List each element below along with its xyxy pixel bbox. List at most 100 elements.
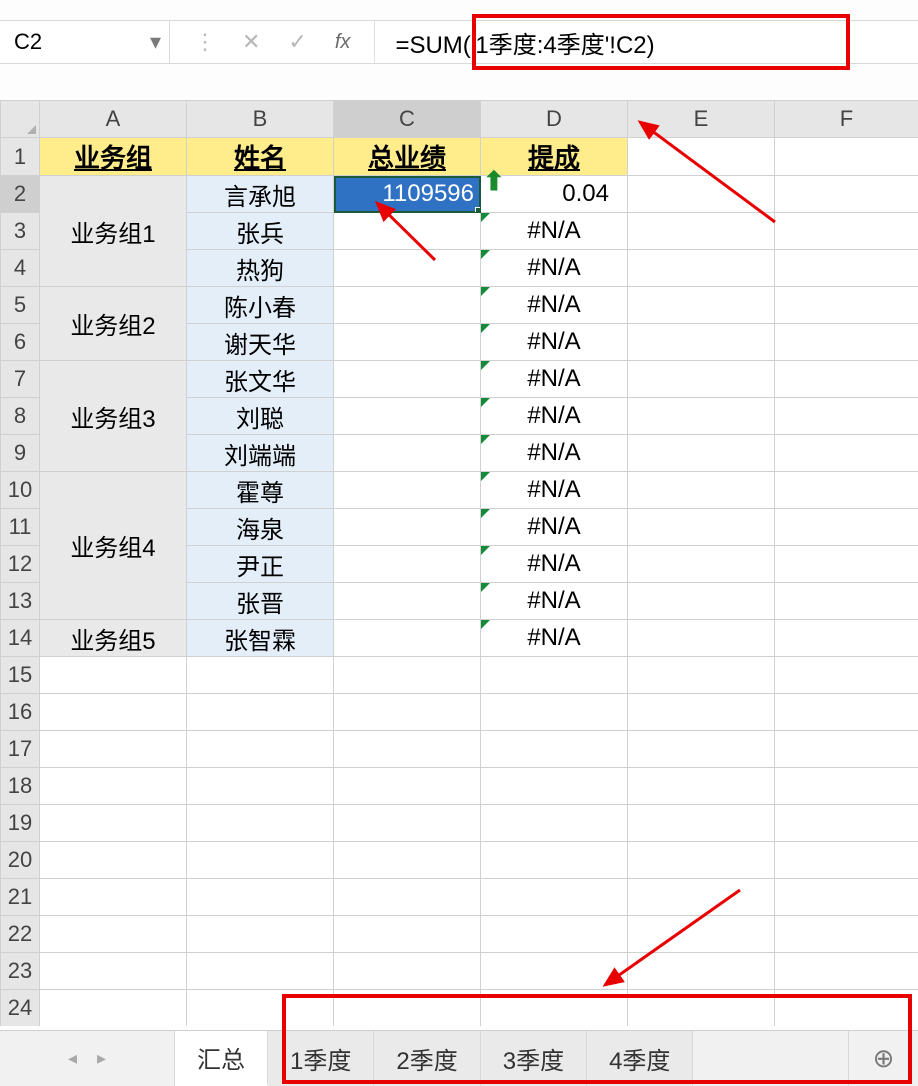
row-header-1[interactable]: 1: [1, 138, 40, 176]
cell-F13[interactable]: [775, 583, 918, 620]
cell-D15[interactable]: [481, 657, 628, 694]
cell-B18[interactable]: [187, 768, 334, 805]
row-header-12[interactable]: 12: [1, 546, 40, 583]
cell-C19[interactable]: [334, 805, 481, 842]
col-header-B[interactable]: B: [187, 101, 334, 138]
cell-B9[interactable]: 刘端端: [187, 435, 334, 472]
cell-C17[interactable]: [334, 731, 481, 768]
cell-C22[interactable]: [334, 916, 481, 953]
col-header-E[interactable]: E: [628, 101, 775, 138]
row-header-20[interactable]: 20: [1, 842, 40, 879]
cell-C2[interactable]: 1109596: [334, 176, 481, 213]
cell-D16[interactable]: [481, 694, 628, 731]
cell-F20[interactable]: [775, 842, 918, 879]
cell-B11[interactable]: 海泉: [187, 509, 334, 546]
cell-D6[interactable]: #N/A: [481, 324, 628, 361]
cell-C11[interactable]: [334, 509, 481, 546]
cell-D3[interactable]: #N/A: [481, 213, 628, 250]
cell-B10[interactable]: 霍尊: [187, 472, 334, 509]
cell-C7[interactable]: [334, 361, 481, 398]
cell-C20[interactable]: [334, 842, 481, 879]
cell-B13[interactable]: 张晋: [187, 583, 334, 620]
col-header-D[interactable]: D: [481, 101, 628, 138]
row-header-2[interactable]: 2: [1, 176, 40, 213]
cell-F6[interactable]: [775, 324, 918, 361]
cell-B6[interactable]: 谢天华: [187, 324, 334, 361]
row-header-13[interactable]: 13: [1, 583, 40, 620]
cell-F17[interactable]: [775, 731, 918, 768]
cell-C21[interactable]: [334, 879, 481, 916]
cell-B14[interactable]: 张智霖: [187, 620, 334, 657]
row-header-19[interactable]: 19: [1, 805, 40, 842]
row-header-15[interactable]: 15: [1, 657, 40, 694]
cell-E15[interactable]: [628, 657, 775, 694]
cell-F22[interactable]: [775, 916, 918, 953]
cell-A15[interactable]: [40, 657, 187, 694]
cell-F24[interactable]: [775, 990, 918, 1027]
row-header-4[interactable]: 4: [1, 250, 40, 287]
cell-A14[interactable]: 业务组5: [40, 620, 187, 657]
cell-F16[interactable]: [775, 694, 918, 731]
cell-E3[interactable]: [628, 213, 775, 250]
cell-E9[interactable]: [628, 435, 775, 472]
cell-D13[interactable]: #N/A: [481, 583, 628, 620]
cell-A7[interactable]: 业务组3: [40, 361, 187, 472]
row-header-17[interactable]: 17: [1, 731, 40, 768]
cell-B4[interactable]: 热狗: [187, 250, 334, 287]
cell-D14[interactable]: #N/A: [481, 620, 628, 657]
cell-F19[interactable]: [775, 805, 918, 842]
cell-B23[interactable]: [187, 953, 334, 990]
cell-F21[interactable]: [775, 879, 918, 916]
cell-A5[interactable]: 业务组2: [40, 287, 187, 361]
cell-B24[interactable]: [187, 990, 334, 1027]
sheet-tab-4季度[interactable]: 4季度: [587, 1031, 693, 1086]
row-header-3[interactable]: 3: [1, 213, 40, 250]
cell-F5[interactable]: [775, 287, 918, 324]
cell-A18[interactable]: [40, 768, 187, 805]
cell-F10[interactable]: [775, 472, 918, 509]
cell-B15[interactable]: [187, 657, 334, 694]
cell-C23[interactable]: [334, 953, 481, 990]
cell-F11[interactable]: [775, 509, 918, 546]
col-header-A[interactable]: A: [40, 101, 187, 138]
cell-E14[interactable]: [628, 620, 775, 657]
row-header-11[interactable]: 11: [1, 509, 40, 546]
row-header-21[interactable]: 21: [1, 879, 40, 916]
cell-C13[interactable]: [334, 583, 481, 620]
cell-C18[interactable]: [334, 768, 481, 805]
cell-A21[interactable]: [40, 879, 187, 916]
sheet-tab-汇总[interactable]: 汇总: [175, 1031, 268, 1086]
cell-D23[interactable]: [481, 953, 628, 990]
tab-prev-icon[interactable]: ◂: [68, 1048, 77, 1069]
cell-D5[interactable]: #N/A: [481, 287, 628, 324]
cell-A23[interactable]: [40, 953, 187, 990]
cell-A19[interactable]: [40, 805, 187, 842]
cell-B21[interactable]: [187, 879, 334, 916]
row-header-9[interactable]: 9: [1, 435, 40, 472]
cell-F4[interactable]: [775, 250, 918, 287]
cell-E20[interactable]: [628, 842, 775, 879]
cell-E23[interactable]: [628, 953, 775, 990]
fx-icon[interactable]: fx: [335, 31, 351, 54]
confirm-icon[interactable]: ✓: [288, 29, 306, 55]
col-header-F[interactable]: F: [775, 101, 918, 138]
row-header-6[interactable]: 6: [1, 324, 40, 361]
col-header-C[interactable]: C: [334, 101, 481, 138]
formula-input[interactable]: =SUM('1季度:4季度'!C2): [375, 21, 918, 63]
cell-A10[interactable]: 业务组4: [40, 472, 187, 620]
cell-F12[interactable]: [775, 546, 918, 583]
cell-B19[interactable]: [187, 805, 334, 842]
cell-F23[interactable]: [775, 953, 918, 990]
cell-E7[interactable]: [628, 361, 775, 398]
cell-F1[interactable]: [775, 138, 918, 176]
cell-C1[interactable]: 总业绩: [334, 138, 481, 176]
cell-D9[interactable]: #N/A: [481, 435, 628, 472]
cell-C8[interactable]: [334, 398, 481, 435]
cell-C14[interactable]: [334, 620, 481, 657]
cell-A20[interactable]: [40, 842, 187, 879]
cell-A22[interactable]: [40, 916, 187, 953]
cell-D10[interactable]: #N/A: [481, 472, 628, 509]
cell-B22[interactable]: [187, 916, 334, 953]
cell-D7[interactable]: #N/A: [481, 361, 628, 398]
cell-E16[interactable]: [628, 694, 775, 731]
